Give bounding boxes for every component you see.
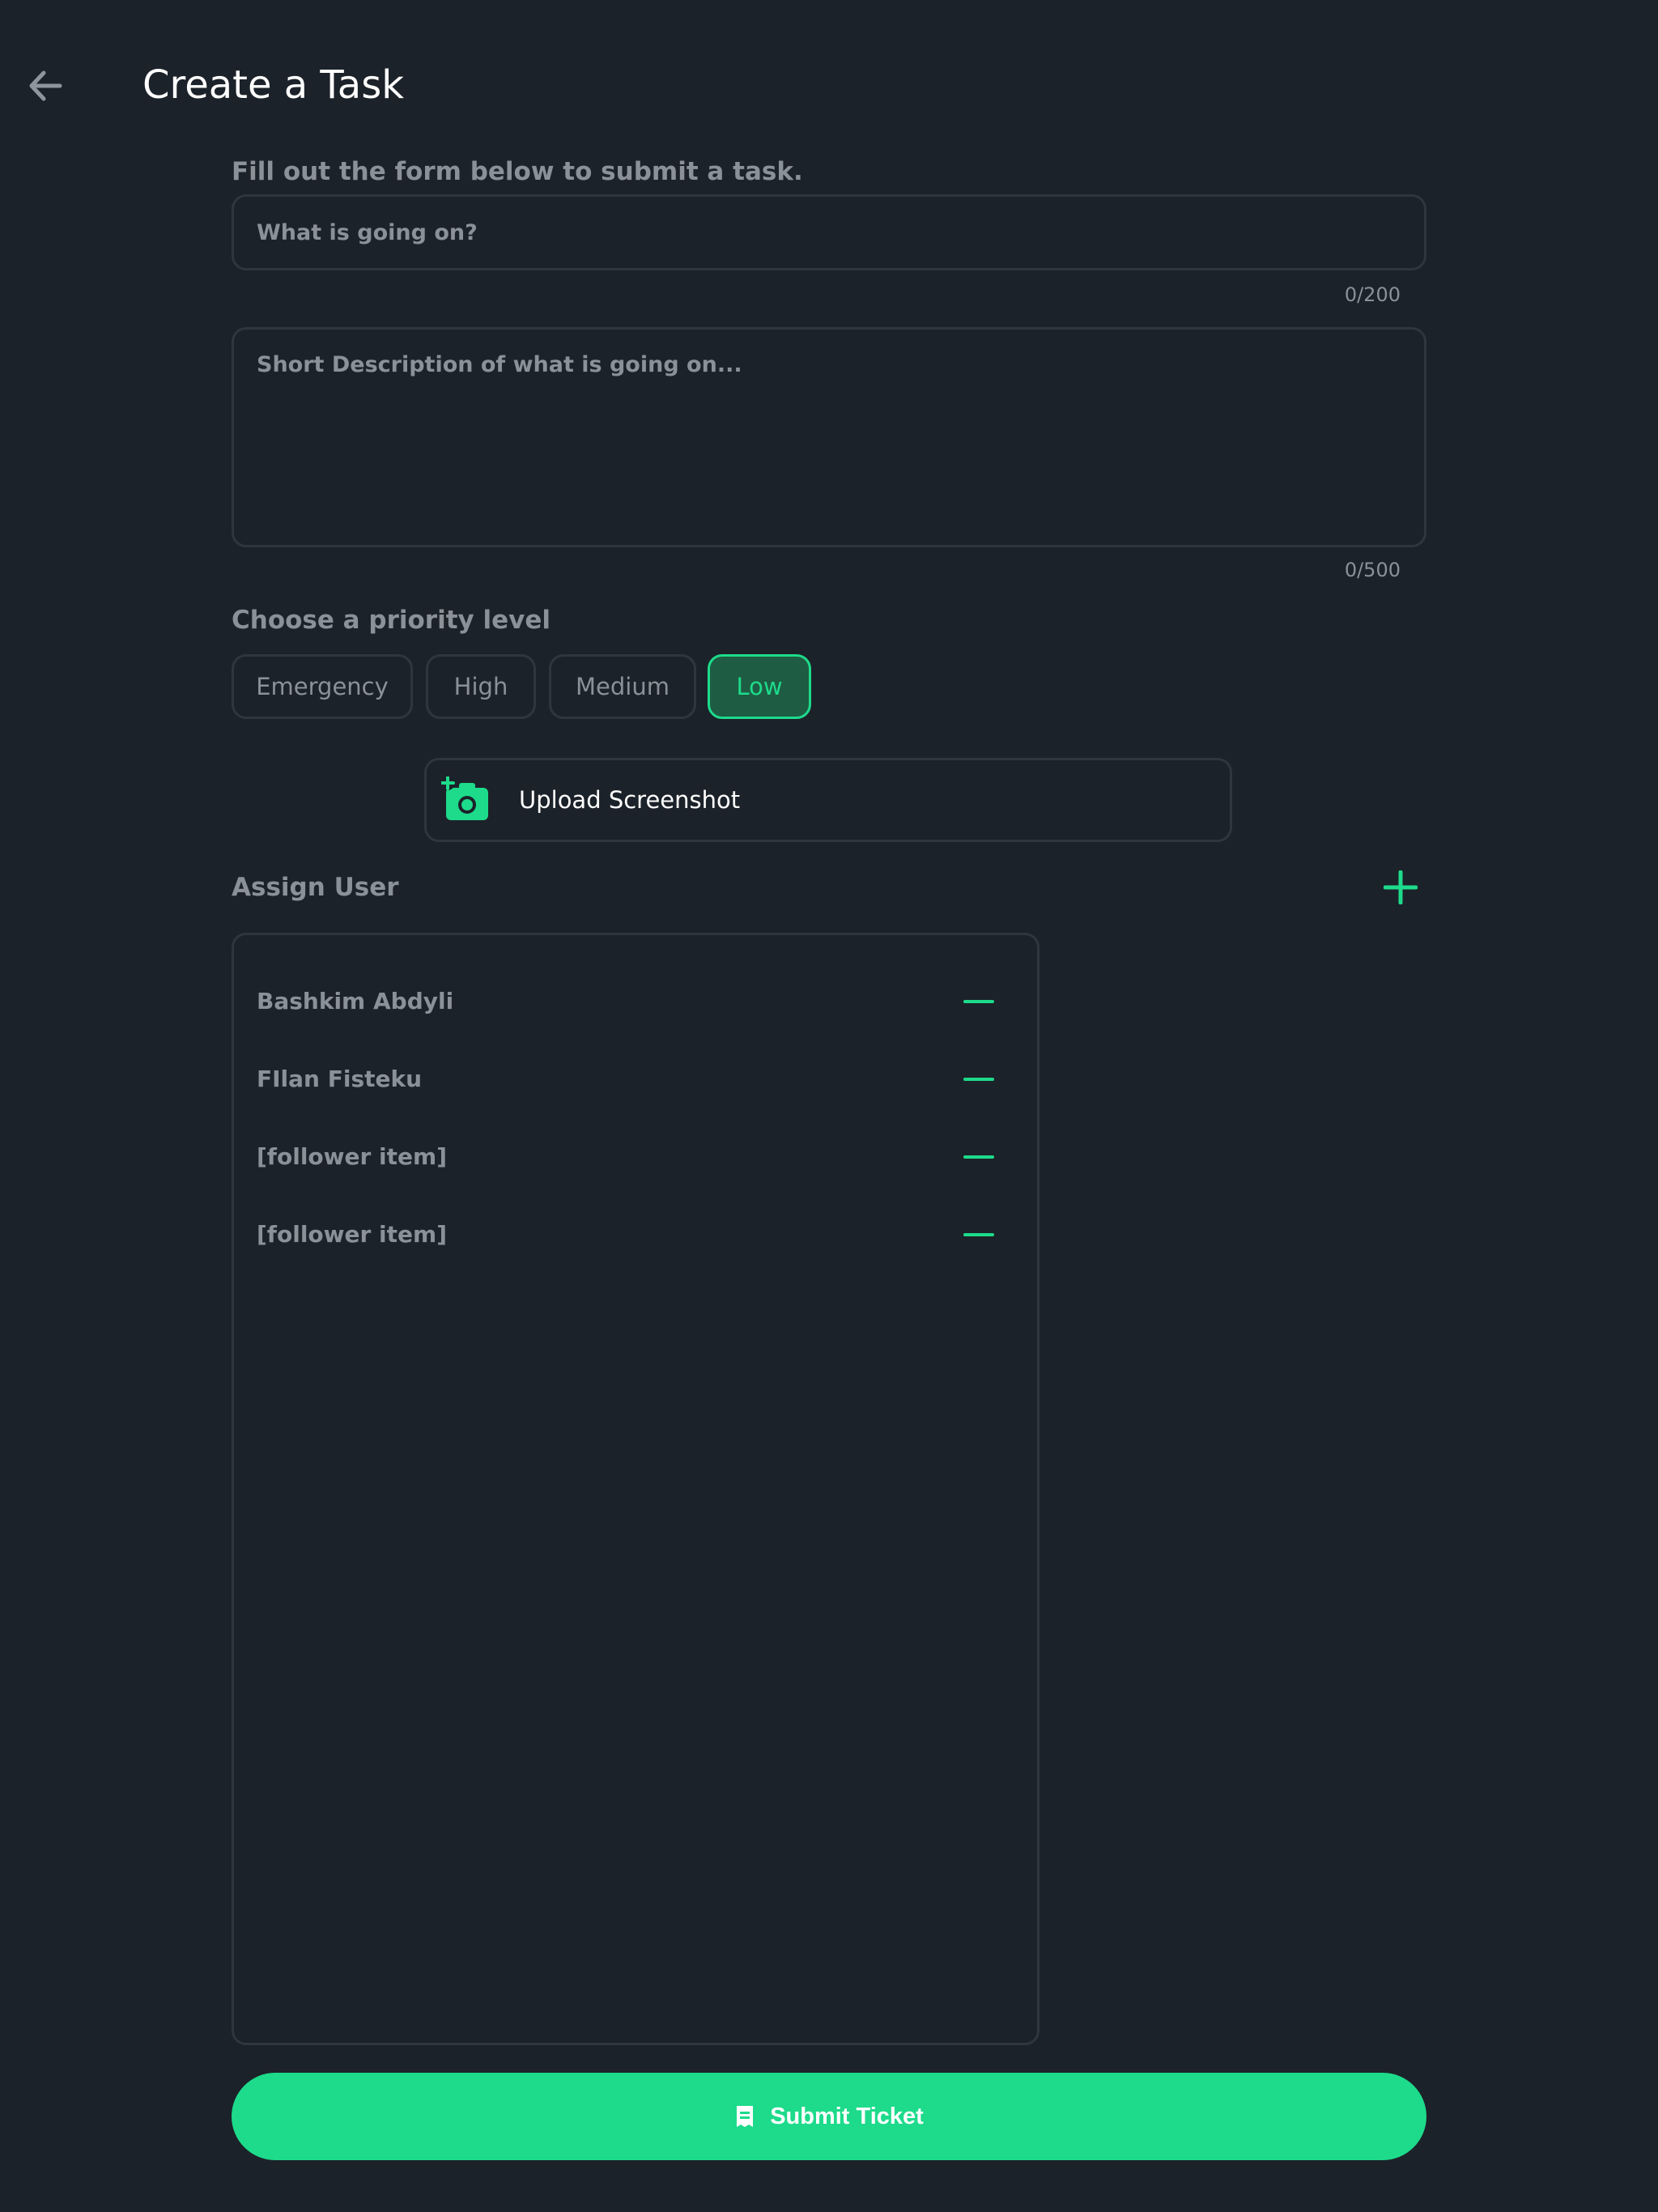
back-button[interactable]	[18, 58, 73, 113]
plus-icon	[1384, 870, 1418, 904]
remove-user-button[interactable]	[961, 989, 997, 1015]
assign-user-label: Assign User	[232, 873, 399, 902]
list-item: Bashkim Abdyli	[257, 977, 1016, 1026]
page-title: Create a Task	[142, 62, 405, 108]
user-name: FIlan Fisteku	[257, 1066, 423, 1092]
priority-chip-medium[interactable]: Medium	[549, 654, 696, 719]
remove-user-button[interactable]	[961, 1222, 997, 1248]
list-item: [follower item]	[257, 1133, 1016, 1181]
minus-icon	[963, 1155, 994, 1159]
minus-icon	[963, 1000, 994, 1003]
task-description-input[interactable]	[232, 327, 1426, 547]
priority-label: Choose a priority level	[232, 606, 551, 635]
title-char-counter: 0/200	[1344, 283, 1401, 306]
add-user-button[interactable]	[1378, 865, 1423, 910]
upload-screenshot-button[interactable]: Upload Screenshot	[424, 758, 1232, 842]
camera-plus-icon	[441, 776, 488, 820]
task-title-input[interactable]	[232, 194, 1426, 270]
priority-chip-low[interactable]: Low	[708, 654, 811, 719]
description-char-counter: 0/500	[1344, 559, 1401, 581]
remove-user-button[interactable]	[961, 1144, 997, 1170]
minus-icon	[963, 1233, 994, 1236]
user-name: [follower item]	[257, 1221, 448, 1248]
receipt-icon	[737, 2106, 754, 2127]
upload-screenshot-label: Upload Screenshot	[519, 786, 741, 814]
remove-user-button[interactable]	[961, 1066, 997, 1092]
priority-chip-emergency[interactable]: Emergency	[232, 654, 413, 719]
list-item: [follower item]	[257, 1210, 1016, 1259]
form-intro: Fill out the form below to submit a task…	[232, 157, 803, 186]
arrow-left-icon	[29, 70, 62, 101]
assigned-users-list: Bashkim Abdyli FIlan Fisteku [follower i…	[232, 933, 1039, 2045]
list-item: FIlan Fisteku	[257, 1055, 1016, 1104]
user-name: [follower item]	[257, 1143, 448, 1170]
submit-ticket-button[interactable]: Submit Ticket	[232, 2073, 1426, 2160]
submit-ticket-label: Submit Ticket	[770, 2103, 924, 2129]
user-name: Bashkim Abdyli	[257, 988, 454, 1015]
priority-chip-high[interactable]: High	[426, 654, 536, 719]
minus-icon	[963, 1078, 994, 1081]
